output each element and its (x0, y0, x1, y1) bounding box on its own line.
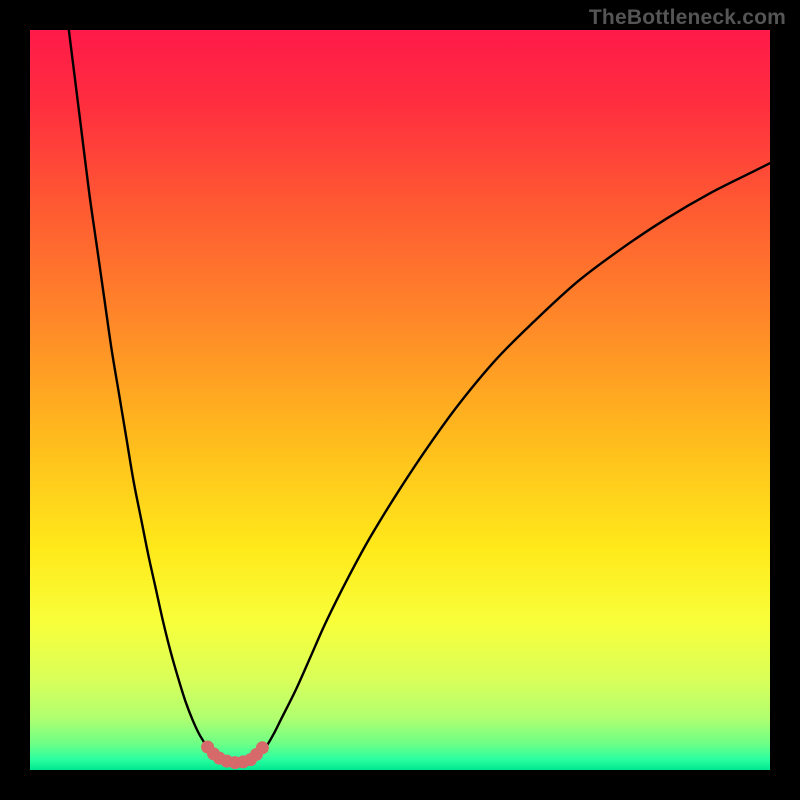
plot-area (30, 30, 770, 770)
curve-layer (30, 30, 770, 770)
marker-dot (256, 741, 269, 754)
bottleneck-curve-right (252, 163, 770, 758)
chart-frame: TheBottleneck.com (0, 0, 800, 800)
bottleneck-curve-left (67, 30, 222, 758)
watermark-text: TheBottleneck.com (589, 6, 786, 30)
optimal-zone-markers (201, 741, 269, 770)
